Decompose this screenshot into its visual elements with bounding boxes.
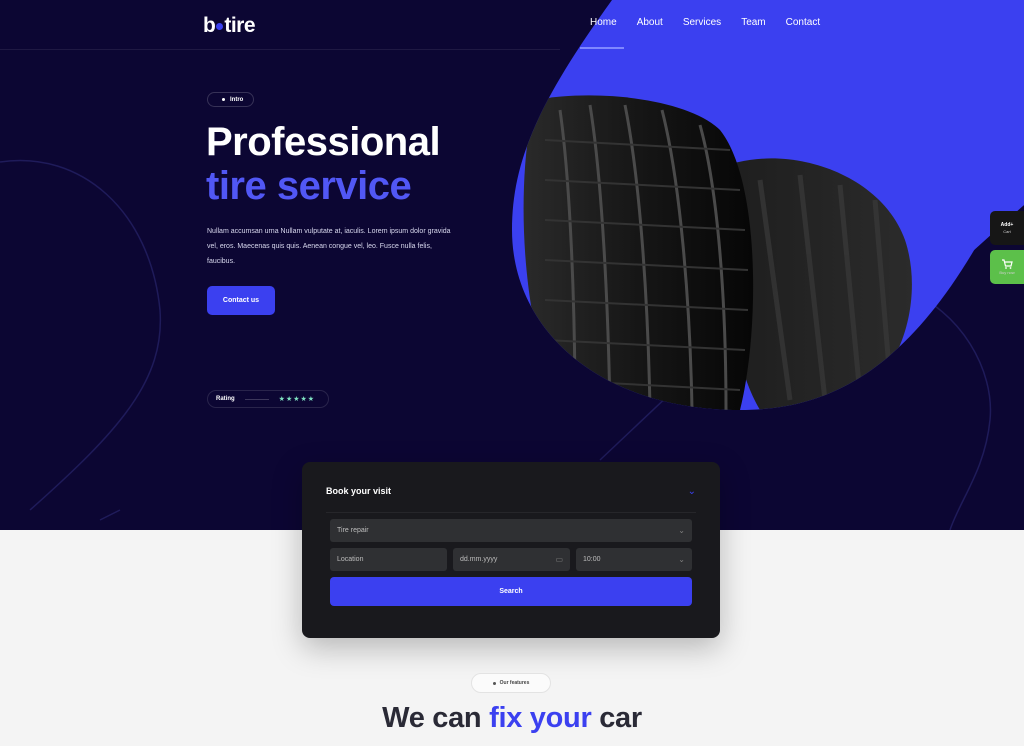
features-headline: We can fix your car: [0, 702, 1024, 735]
hero-title-line2: tire service: [206, 164, 412, 208]
nav-services[interactable]: Services: [683, 17, 721, 30]
features-pill: Our features: [471, 673, 551, 693]
features-headline-highlight: fix your: [489, 702, 592, 734]
chevron-down-icon: ⌄: [678, 555, 685, 564]
date-placeholder: dd.mm.yyyy: [460, 556, 498, 563]
rating-badge: Rating ★★★★★: [207, 390, 329, 408]
tire-image: [512, 0, 1024, 410]
nav-home[interactable]: Home: [590, 17, 617, 30]
rating-label: Rating: [216, 396, 235, 402]
logo-text-right: tire: [224, 14, 256, 37]
nav-contact[interactable]: Contact: [786, 17, 820, 30]
chevron-down-icon[interactable]: ⌄: [688, 486, 696, 497]
search-button[interactable]: Search: [330, 577, 692, 606]
star-icons: ★★★★★: [278, 396, 316, 403]
pill-dot: [222, 98, 225, 101]
time-select[interactable]: 10:00 ⌄: [576, 548, 692, 571]
service-select-value: Tire repair: [337, 527, 369, 534]
cart-icon: [1002, 259, 1013, 269]
logo-text-left: b: [203, 14, 216, 37]
calendar-icon: ▭: [555, 555, 563, 564]
nav-active-indicator: [580, 47, 624, 49]
main-nav: Home About Services Team Contact: [590, 17, 820, 30]
time-select-value: 10:00: [583, 556, 601, 563]
nav-team[interactable]: Team: [741, 17, 765, 30]
rating-divider: [244, 398, 269, 400]
hero-intro-pill: Intro: [207, 92, 255, 107]
side-buy-tab[interactable]: Buy now: [990, 250, 1024, 284]
hero-title-line1: Professional: [206, 120, 441, 164]
hero-title: Professional tire service: [206, 120, 441, 208]
contact-us-button[interactable]: Contact us: [207, 286, 275, 315]
side-cart-subtitle: Cart: [1003, 228, 1011, 234]
side-cart-title: Add+: [1000, 221, 1014, 228]
booking-divider: [326, 512, 696, 513]
pill-dot: [492, 681, 496, 685]
hero-intro-label: Intro: [230, 96, 244, 103]
header-divider: [0, 49, 560, 50]
booking-title: Book your visit: [326, 486, 392, 496]
features-headline-c: car: [591, 702, 642, 734]
side-cart-tab[interactable]: Add+ Cart: [990, 211, 1024, 245]
hero-description: Nullam accumsan urna Nullam vulputate at…: [207, 228, 451, 265]
features-headline-a: We can: [382, 702, 490, 734]
chevron-down-icon: ⌄: [678, 526, 685, 535]
location-placeholder: Location: [337, 556, 364, 563]
date-input[interactable]: dd.mm.yyyy ▭: [453, 548, 570, 571]
location-input[interactable]: Location: [330, 548, 447, 571]
side-buy-label: Buy now: [999, 270, 1015, 275]
nav-about[interactable]: About: [637, 17, 663, 30]
hero-section: b tire Home About Services Team Contact I…: [0, 0, 1024, 530]
booking-panel: Book your visit ⌄ Tire repair ⌄ Location…: [302, 462, 720, 638]
logo-dot: [216, 23, 224, 30]
service-select[interactable]: Tire repair ⌄: [330, 519, 692, 542]
features-pill-label: Our features: [499, 680, 530, 686]
brand-logo[interactable]: b tire: [203, 14, 256, 38]
